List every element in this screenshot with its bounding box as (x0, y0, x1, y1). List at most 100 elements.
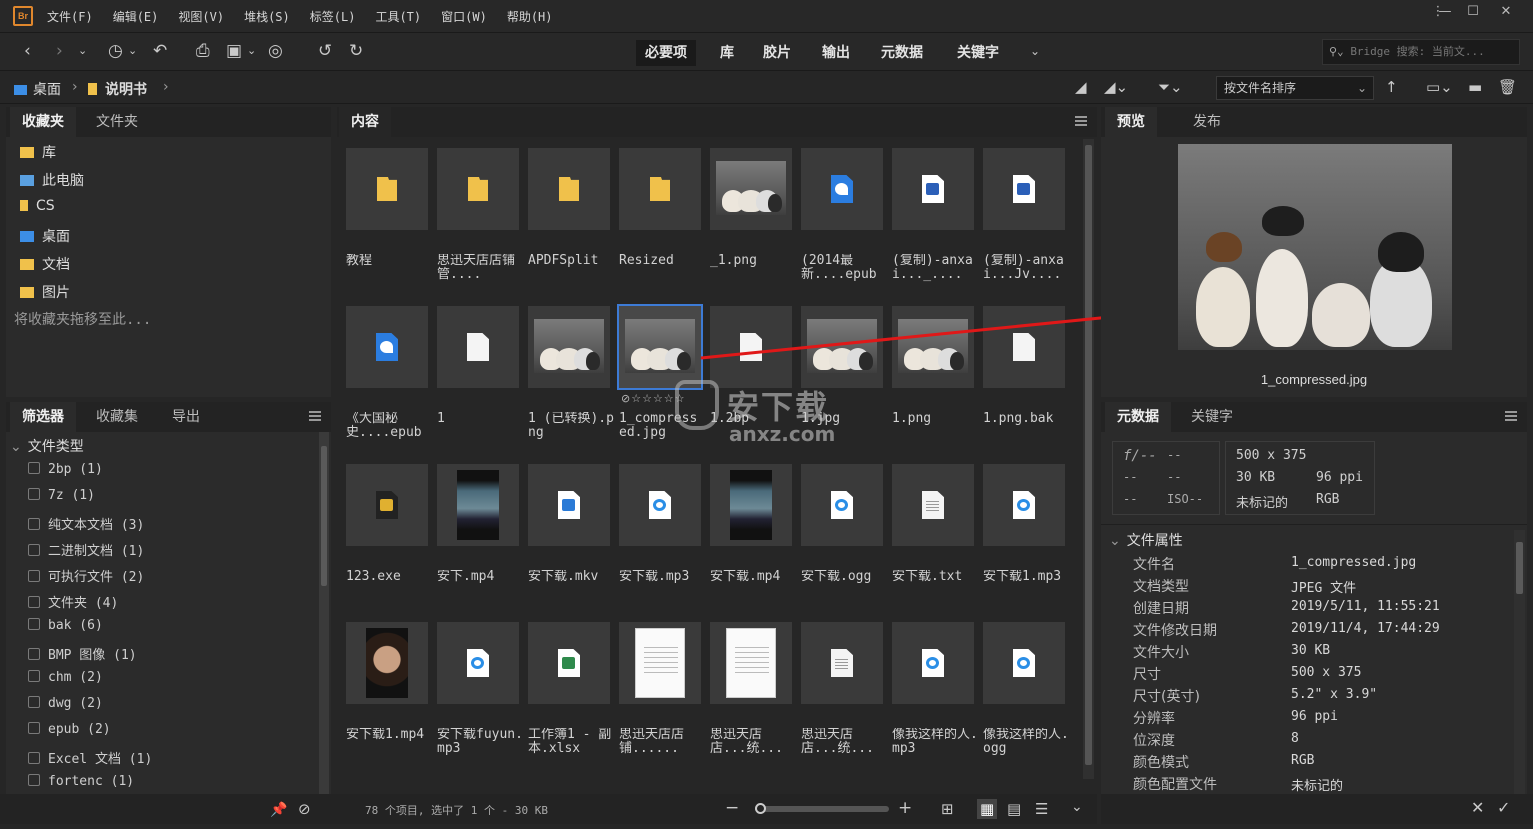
metadata-section-file-properties[interactable]: ⌄ 文件属性 (1109, 530, 1183, 550)
file-label[interactable]: 像我这样的人.ogg (983, 728, 1069, 758)
file-label[interactable]: 安下.mp4 (437, 570, 523, 600)
boomerang-icon[interactable]: ↶ (153, 41, 167, 61)
menu-file[interactable]: 文件(F) (47, 8, 93, 25)
filter-row[interactable]: 2bp (1) (28, 462, 103, 477)
filter-funnel-icon[interactable]: ⏷⌄ (1158, 77, 1183, 97)
panel-menu-icon[interactable] (1075, 116, 1087, 126)
file-thumbnail[interactable] (983, 464, 1065, 546)
file-thumbnail[interactable] (437, 148, 519, 230)
new-folder-icon[interactable]: ▬ (1468, 77, 1482, 97)
file-thumbnail[interactable] (617, 304, 703, 390)
search-input[interactable]: ⚲⌄ Bridge 搜索: 当前文... (1322, 39, 1520, 65)
filter-section-file-type[interactable]: ⌄ 文件类型 (10, 436, 84, 456)
favorite-cs[interactable]: CS (20, 198, 55, 214)
filter-row[interactable]: BMP 图像 (1) (28, 644, 137, 663)
menu-window[interactable]: 窗口(W) (441, 8, 487, 25)
file-thumbnail[interactable] (801, 148, 883, 230)
file-label[interactable]: 安下载fuyun.mp3 (437, 728, 523, 758)
checkbox[interactable] (28, 722, 40, 734)
thumbnail-view-icon[interactable]: ▦ (977, 799, 998, 819)
file-label[interactable]: 思迅天店店...统... (710, 728, 796, 758)
slider-handle[interactable] (755, 803, 766, 814)
favorite-pictures[interactable]: 图片 (20, 282, 70, 302)
file-thumbnail[interactable] (528, 306, 610, 388)
close-window-icon[interactable]: ✕ (1495, 4, 1517, 20)
file-label[interactable]: 1 (已转换).png (528, 412, 614, 442)
checkbox[interactable] (28, 596, 40, 608)
panel-menu-icon[interactable] (1505, 411, 1517, 421)
tab-favorites[interactable]: 收藏夹 (10, 107, 76, 137)
breadcrumb-desktop[interactable]: 桌面 (14, 79, 61, 99)
file-label[interactable]: _1.png (710, 254, 796, 284)
content-scrollbar[interactable] (1083, 139, 1094, 779)
filter-row[interactable]: 二进制文档 (1) (28, 540, 144, 559)
file-label[interactable]: (2014最新....epub (801, 254, 887, 284)
metadata-value[interactable]: 500 x 375 (1291, 665, 1361, 680)
metadata-value[interactable]: 1_compressed.jpg (1291, 555, 1416, 570)
menu-tools[interactable]: 工具(T) (375, 8, 421, 25)
file-label[interactable]: 安下载1.mp3 (983, 570, 1069, 600)
thumbnail-quality-icon[interactable]: ◢⌄ (1104, 77, 1128, 97)
rotate-left-icon[interactable]: ↺ (318, 41, 332, 61)
new-folder-recent-icon[interactable]: ▭⌄ (1426, 77, 1453, 97)
content-scroll-thumb[interactable] (1085, 145, 1092, 765)
menu-edit[interactable]: 编辑(E) (113, 8, 159, 25)
metadata-scrollbar[interactable] (1514, 530, 1525, 794)
tab-filter[interactable]: 筛选器 (10, 402, 76, 432)
checkbox[interactable] (28, 774, 40, 786)
file-thumbnail[interactable] (801, 306, 883, 388)
tab-preview[interactable]: 预览 (1105, 107, 1157, 137)
file-label[interactable]: 思迅天店店铺...... (619, 728, 705, 758)
tab-keywords[interactable]: 关键字 (1179, 402, 1245, 432)
file-label[interactable]: 思迅天店店铺管.... (437, 254, 523, 284)
file-label[interactable]: 思迅天店店...统... (801, 728, 887, 758)
tab-publish[interactable]: 发布 (1181, 107, 1233, 137)
file-label[interactable]: 像我这样的人.mp3 (892, 728, 978, 758)
file-label[interactable]: 安下载.txt (892, 570, 978, 600)
clear-filter-icon[interactable]: ⊘ (298, 799, 311, 819)
file-thumbnail[interactable] (983, 306, 1065, 388)
filter-row[interactable]: fortenc (1) (28, 774, 134, 789)
file-thumbnail[interactable] (528, 148, 610, 230)
sort-ascending-icon[interactable]: ↑ (1385, 77, 1398, 97)
file-thumbnail[interactable] (346, 622, 428, 704)
file-thumbnail[interactable] (892, 622, 974, 704)
quality-icon[interactable]: ◢ (1075, 77, 1087, 97)
metadata-value[interactable]: JPEG 文件 (1291, 577, 1356, 596)
checkbox[interactable] (28, 518, 40, 530)
filter-row[interactable]: bak (6) (28, 618, 103, 633)
file-label[interactable]: (复制)-anxai...Jv.... (983, 254, 1069, 284)
filter-scroll-thumb[interactable] (321, 446, 327, 586)
list-view-icon[interactable]: ☰ (1035, 799, 1048, 819)
filter-scrollbar[interactable] (319, 432, 329, 794)
filter-row[interactable]: 7z (1) (28, 488, 95, 503)
file-thumbnail[interactable] (892, 148, 974, 230)
file-thumbnail[interactable] (892, 306, 974, 388)
tab-folders[interactable]: 文件夹 (84, 107, 150, 137)
file-label[interactable]: (复制)-anxai..._.... (892, 254, 978, 284)
recent-history-icon[interactable]: ◷ (108, 41, 123, 61)
metadata-value[interactable]: 30 KB (1291, 643, 1330, 658)
checkbox[interactable] (28, 648, 40, 660)
file-label[interactable]: 1 (437, 412, 523, 442)
workspace-tab-filmstrip[interactable]: 胶片 (754, 40, 800, 66)
file-thumbnail[interactable] (346, 464, 428, 546)
refine-icon[interactable]: ▣ (226, 41, 242, 61)
file-label[interactable]: 工作簿1 - 副本.xlsx (528, 728, 614, 758)
menu-help[interactable]: 帮助(H) (507, 8, 553, 25)
file-thumbnail[interactable] (346, 148, 428, 230)
zoom-out-icon[interactable]: − (725, 798, 739, 818)
chevron-down-icon[interactable]: ⌄ (128, 41, 137, 61)
metadata-value[interactable]: 5.2" x 3.9" (1291, 687, 1377, 702)
metadata-value[interactable]: 8 (1291, 731, 1299, 746)
zoom-in-icon[interactable]: + (898, 798, 912, 818)
file-thumbnail[interactable] (437, 622, 519, 704)
file-label[interactable]: 安下载.mp4 (710, 570, 796, 600)
metadata-scroll-thumb[interactable] (1516, 542, 1523, 594)
favorite-documents[interactable]: 文档 (20, 254, 70, 274)
file-thumbnail[interactable] (619, 464, 701, 546)
file-thumbnail[interactable] (801, 622, 883, 704)
pin-icon[interactable]: 📌 (270, 800, 287, 820)
workspace-tab-keywords[interactable]: 关键字 (948, 40, 1008, 66)
rotate-right-icon[interactable]: ↻ (349, 41, 363, 61)
